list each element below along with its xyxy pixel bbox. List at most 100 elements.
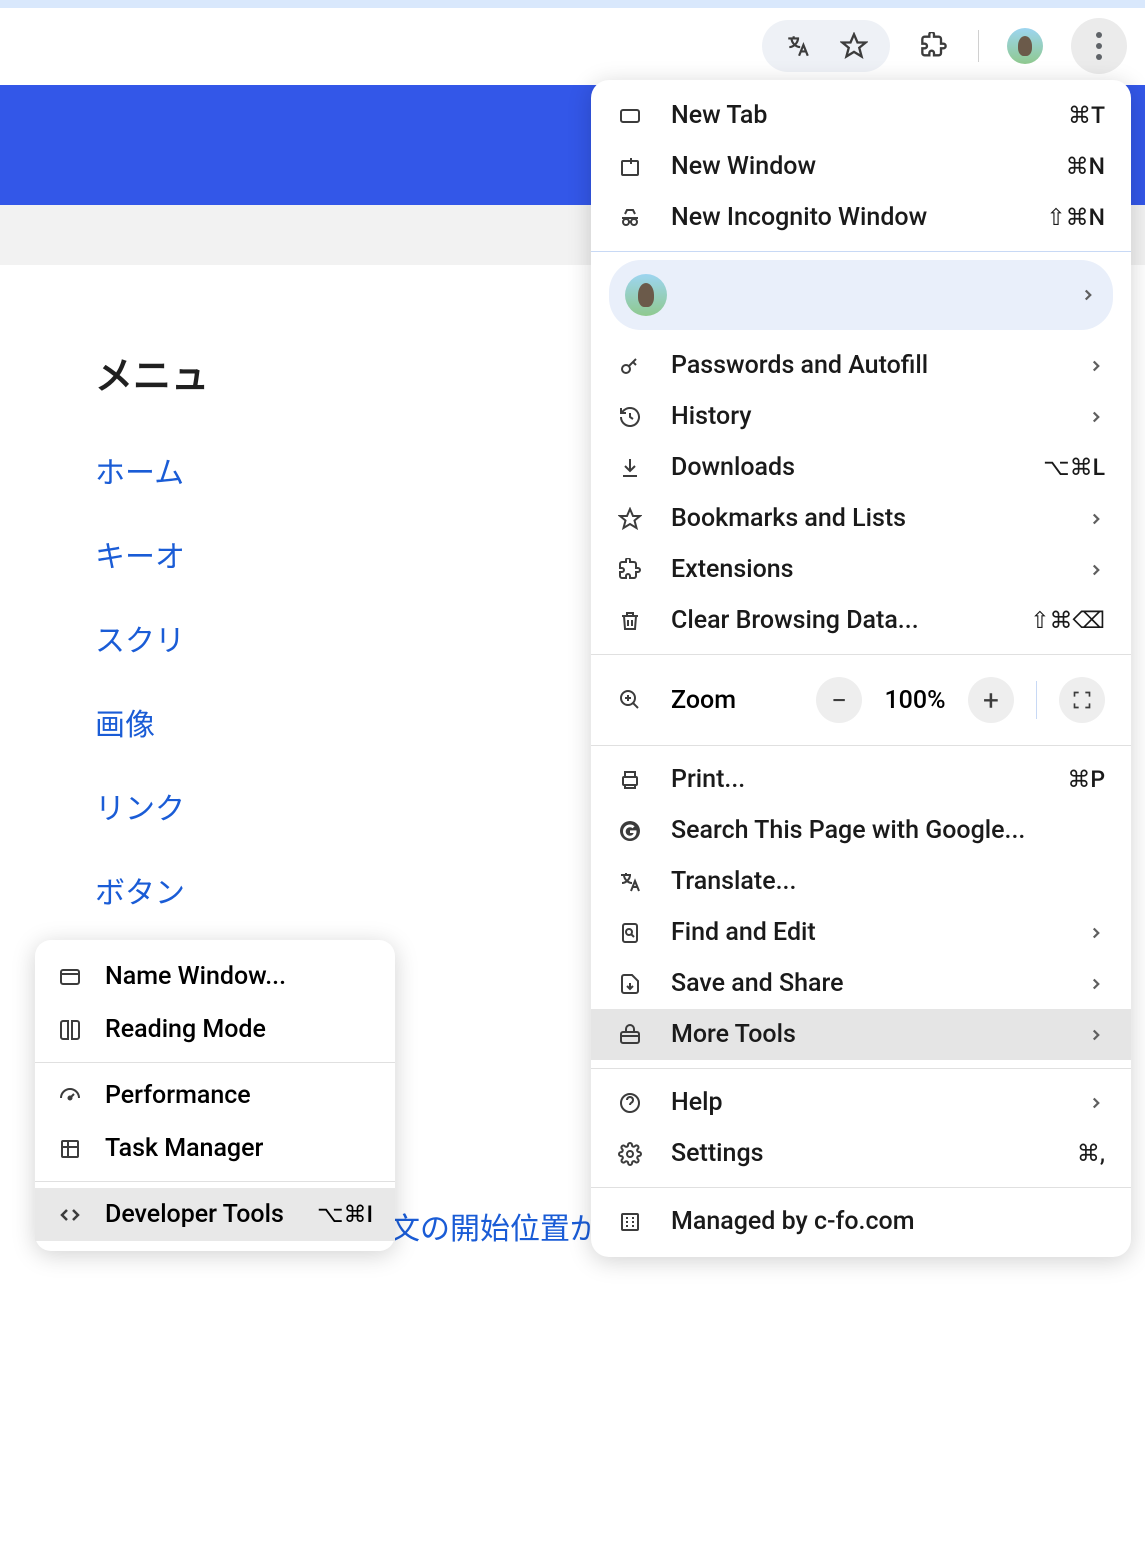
chrome-main-menu: New Tab ⌘T New Window ⌘N New Incognito W… [591,80,1131,1257]
zoom-in-button[interactable]: + [968,677,1014,723]
menu-item-new-incognito[interactable]: New Incognito Window ⇧⌘N [591,192,1131,243]
window-icon [57,964,83,990]
menu-item-zoom: Zoom − 100% + [591,663,1131,737]
zoom-icon [617,687,643,713]
menu-item-label: Managed by c-fo.com [671,1207,1105,1236]
submenu-item-developer-tools[interactable]: Developer Tools ⌥⌘I [35,1188,395,1241]
download-icon [617,455,643,481]
submenu-divider [35,1062,395,1063]
profile-avatar-icon[interactable] [1007,28,1043,64]
find-in-page-icon [617,920,643,946]
chevron-right-icon [1087,1094,1105,1112]
building-icon [617,1209,643,1235]
menu-divider [591,745,1131,746]
chevron-right-icon [1087,975,1105,993]
translate-icon[interactable] [782,30,814,62]
extensions-icon [617,557,643,583]
translate-icon [617,869,643,895]
menu-item-shortcut: ⌘T [1068,102,1105,129]
menu-item-new-window[interactable]: New Window ⌘N [591,141,1131,192]
menu-item-translate[interactable]: Translate... [591,856,1131,907]
star-icon [617,506,643,532]
toolbox-icon [617,1022,643,1048]
menu-item-search-google[interactable]: Search This Page with Google... [591,805,1131,856]
code-icon [57,1202,83,1228]
menu-item-label: New Tab [671,101,1040,130]
menu-item-print[interactable]: Print... ⌘P [591,754,1131,805]
menu-item-label: Search This Page with Google... [671,816,1105,845]
menu-item-label: History [671,402,1059,431]
submenu-item-label: Name Window... [105,962,373,991]
trash-icon [617,608,643,634]
menu-item-managed[interactable]: Managed by c-fo.com [591,1196,1131,1247]
menu-item-label: Translate... [671,867,1105,896]
menu-divider [591,251,1131,252]
menu-item-new-tab[interactable]: New Tab ⌘T [591,90,1131,141]
menu-item-label: Passwords and Autofill [671,351,1059,380]
menu-item-shortcut: ⌥⌘L [1043,454,1105,481]
menu-item-history[interactable]: History [591,391,1131,442]
menu-divider [591,1187,1131,1188]
menu-item-shortcut: ⇧⌘⌫ [1030,607,1105,634]
menu-item-save-share[interactable]: Save and Share [591,958,1131,1009]
menu-item-bookmarks[interactable]: Bookmarks and Lists [591,493,1131,544]
extensions-icon[interactable] [918,30,950,62]
menu-item-downloads[interactable]: Downloads ⌥⌘L [591,442,1131,493]
chrome-menu-button[interactable] [1071,18,1127,74]
submenu-item-task-manager[interactable]: Task Manager [35,1122,395,1175]
menu-item-settings[interactable]: Settings ⌘, [591,1128,1131,1179]
more-tools-submenu: Name Window... Reading Mode Performance … [35,940,395,1251]
gear-icon [617,1141,643,1167]
fullscreen-button[interactable] [1059,677,1105,723]
toolbar-divider [978,30,979,62]
submenu-item-name-window[interactable]: Name Window... [35,950,395,1003]
menu-item-label: Find and Edit [671,918,1059,947]
chevron-right-icon [1087,924,1105,942]
menu-item-clear-data[interactable]: Clear Browsing Data... ⇧⌘⌫ [591,595,1131,646]
key-icon [617,353,643,379]
submenu-item-reading-mode[interactable]: Reading Mode [35,1003,395,1056]
incognito-icon [617,205,643,231]
chevron-right-icon [1087,1026,1105,1044]
menu-item-shortcut: ⌘P [1067,766,1105,793]
menu-item-label: Save and Share [671,969,1059,998]
book-icon [57,1017,83,1043]
menu-item-passwords[interactable]: Passwords and Autofill [591,340,1131,391]
zoom-out-button[interactable]: − [816,677,862,723]
menu-item-find-edit[interactable]: Find and Edit [591,907,1131,958]
zoom-divider [1036,681,1037,719]
chevron-right-icon [1079,286,1097,304]
submenu-item-shortcut: ⌥⌘I [317,1201,373,1228]
print-icon [617,767,643,793]
save-file-icon [617,971,643,997]
submenu-item-performance[interactable]: Performance [35,1069,395,1122]
menu-item-shortcut: ⌘N [1066,153,1105,180]
menu-item-shortcut: ⌘, [1077,1140,1105,1167]
zoom-label: Zoom [671,686,788,715]
submenu-item-label: Performance [105,1081,373,1110]
zoom-value: 100% [880,686,950,715]
menu-item-extensions[interactable]: Extensions [591,544,1131,595]
chevron-right-icon [1087,357,1105,375]
menu-item-shortcut: ⇧⌘N [1046,204,1105,231]
chevron-right-icon [1087,510,1105,528]
help-icon [617,1090,643,1116]
menu-item-label: Downloads [671,453,1015,482]
submenu-item-label: Reading Mode [105,1015,373,1044]
chevron-right-icon [1087,408,1105,426]
window-top-strip [0,0,1145,8]
speedometer-icon [57,1083,83,1109]
menu-item-label: New Window [671,152,1038,181]
menu-item-help[interactable]: Help [591,1077,1131,1128]
chevron-right-icon [1087,561,1105,579]
submenu-divider [35,1181,395,1182]
browser-toolbar [0,8,1145,83]
menu-profile-row[interactable] [609,260,1113,330]
bookmark-star-icon[interactable] [838,30,870,62]
menu-item-more-tools[interactable]: More Tools [591,1009,1131,1060]
menu-item-label: New Incognito Window [671,203,1018,232]
menu-item-label: Extensions [671,555,1059,584]
new-window-icon [617,154,643,180]
profile-avatar-icon [625,274,667,316]
tab-icon [617,103,643,129]
